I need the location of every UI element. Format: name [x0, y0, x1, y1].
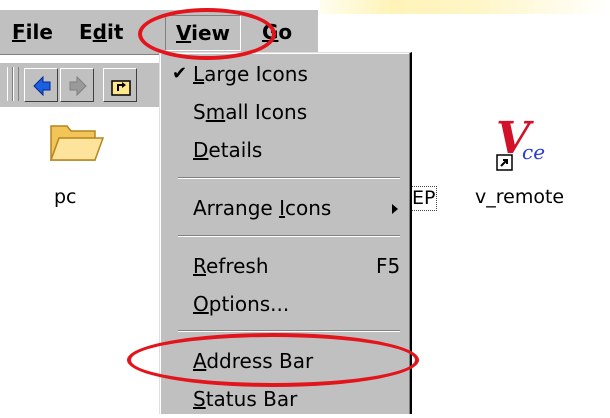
menu-separator [178, 330, 400, 332]
forward-arrow-icon [69, 75, 87, 97]
svg-text:ce: ce [522, 140, 545, 164]
top-banner-strip [320, 0, 610, 14]
v-remote-shortcut-icon[interactable]: V ce [490, 109, 556, 181]
ep-label[interactable]: EP [410, 186, 438, 211]
checkmark-icon: ✔ [172, 63, 188, 84]
menu-go-label: o [278, 20, 293, 44]
menu-item-details[interactable]: Details [160, 131, 410, 169]
menu-separator [178, 177, 400, 179]
up-folder-button[interactable] [103, 68, 137, 102]
menu-item-large-icons[interactable]: ✔ Large Icons [160, 55, 410, 93]
arrange-icons-label: Arrange Icons [193, 196, 332, 220]
menu-edit-hotkey: d [92, 20, 107, 44]
annotation-ellipse-view [138, 8, 276, 60]
menu-item-arrange-icons[interactable]: Arrange Icons [160, 189, 410, 227]
refresh-label: Refresh [193, 254, 269, 278]
pc-label: pc [54, 186, 77, 208]
up-folder-icon [111, 80, 131, 96]
menu-item-options[interactable]: Options... [160, 285, 410, 323]
large-icons-label: Large Icons [193, 62, 308, 86]
v-remote-label: v_remote [475, 186, 565, 208]
menu-edit[interactable]: Edit [69, 15, 131, 49]
small-icons-label: Small Icons [193, 100, 308, 124]
back-button[interactable] [24, 68, 58, 102]
menu-separator [178, 235, 400, 237]
toolbar-grip-2[interactable] [13, 67, 19, 101]
submenu-arrow-icon [392, 204, 398, 214]
menu-edit-label: it [107, 20, 124, 44]
refresh-shortcut: F5 [376, 254, 401, 278]
menu-edit-label-pre: E [79, 20, 93, 44]
pc-folder-icon[interactable] [47, 118, 105, 170]
menu-item-refresh[interactable]: Refresh F5 [160, 247, 410, 285]
options-label: Options... [193, 292, 290, 316]
details-label: Details [193, 138, 263, 162]
menu-item-small-icons[interactable]: Small Icons [160, 93, 410, 131]
forward-button[interactable] [60, 68, 94, 102]
back-arrow-icon [33, 75, 51, 97]
menu-file-label: ile [25, 20, 53, 44]
annotation-ellipse-address-bar [127, 333, 419, 387]
menu-file[interactable]: File [2, 15, 63, 49]
menu-file-hotkey: F [12, 20, 26, 44]
